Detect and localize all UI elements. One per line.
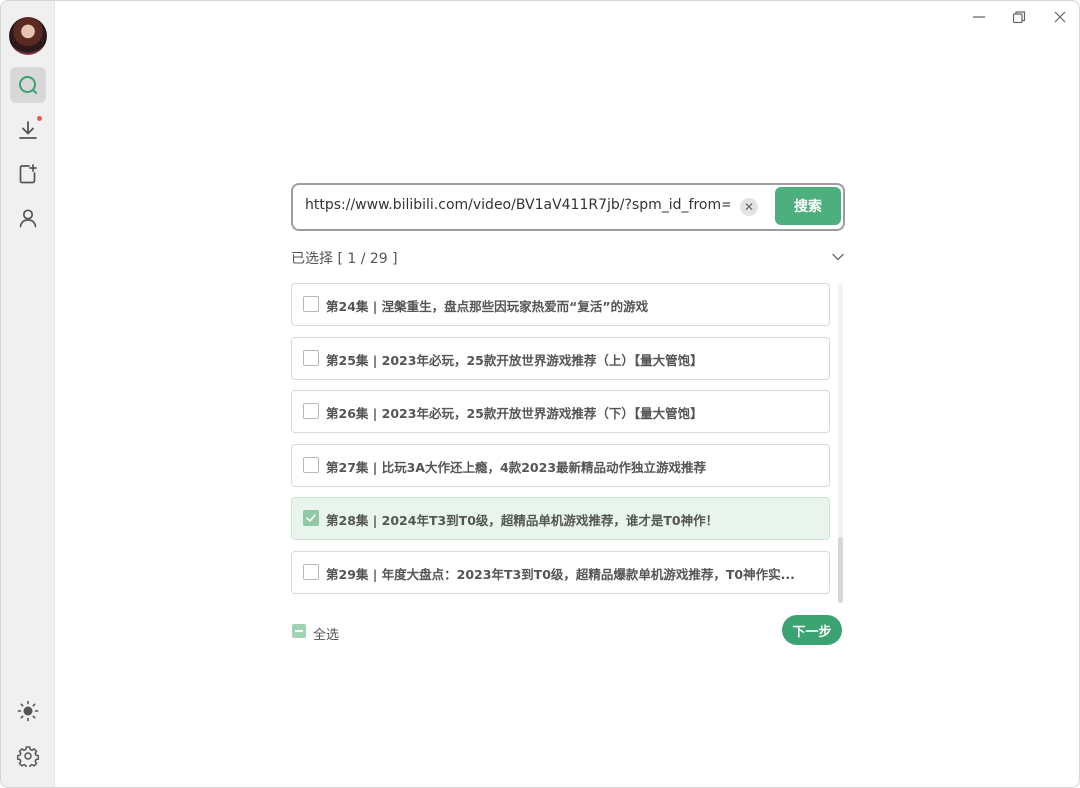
checkbox[interactable] [303,456,319,473]
user-icon [19,209,37,228]
sun-icon [17,700,39,722]
minimize-icon [973,16,985,18]
sidebar-item-theme[interactable] [10,693,46,729]
download-icon [19,121,37,139]
episode-title: 第27集 | 比玩3A大作还上瘾，4款2023最新精品动作独立游戏推荐 [326,459,707,475]
restore-icon [1012,11,1026,24]
clear-input-button[interactable]: ✕ [740,198,758,216]
list-item[interactable]: 第28集 | 2024年T3到T0级，超精品单机游戏推荐，谁才是T0神作！ [291,497,830,540]
notification-dot [37,116,42,121]
list-item[interactable]: 第27集 | 比玩3A大作还上瘾，4款2023最新精品动作独立游戏推荐 [291,443,830,487]
close-icon [1054,11,1066,23]
sidebar-item-settings[interactable] [10,738,46,774]
sidebar-item-download[interactable] [10,112,46,148]
checkbox[interactable] [303,510,319,526]
checkbox[interactable] [303,296,319,312]
list-item[interactable]: 第24集 | 涅槃重生，盘点那些因玩家热爱而“复活”的游戏 [291,283,830,326]
selection-count: 已选择 [ 1 / 29 ] [291,251,398,267]
avatar[interactable] [9,17,47,55]
sidebar-item-search[interactable] [10,67,46,103]
sidebar-item-user[interactable] [10,200,46,236]
episode-title: 第26集 | 2023年必玩，25款开放世界游戏推荐（下）【量大管饱】 [326,406,703,421]
checkbox[interactable] [303,403,319,419]
selection-header[interactable]: 已选择 [ 1 / 29 ] [291,246,845,268]
list-item[interactable]: 第25集 | 2023年必玩，25款开放世界游戏推荐（上）【量大管饱】 [291,336,830,380]
search-box: https://www.bilibili.com/video/BV1aV411R… [291,183,845,231]
episode-title: 第25集 | 2023年必玩，25款开放世界游戏推荐（上）【量大管饱】 [326,352,703,368]
checkbox[interactable] [303,563,319,580]
episode-title: 第28集 | 2024年T3到T0级，超精品单机游戏推荐，谁才是T0神作！ [326,513,719,528]
checkbox[interactable] [303,349,319,366]
sidebar [1,1,55,787]
chevron-down-icon[interactable] [831,250,845,264]
episode-title: 第24集 | 涅槃重生，盘点那些因玩家热爱而“复活”的游戏 [326,299,649,314]
episode-title: 第29集 | 年度大盘点：2023年T3到T0级，超精品爆款单机游戏推荐，T0神… [326,566,795,582]
app-window: https://www.bilibili.com/video/BV1aV411R… [0,0,1080,788]
close-icon: ✕ [743,200,755,214]
add-document-icon [19,164,37,184]
sidebar-item-add[interactable] [10,156,46,192]
next-step-button[interactable]: 下一步 [782,615,842,645]
list-item[interactable]: 第29集 | 年度大盘点：2023年T3到T0级，超精品爆款单机游戏推荐，T0神… [291,550,830,594]
list-item[interactable]: 第26集 | 2023年必玩，25款开放世界游戏推荐（下）【量大管饱】 [291,390,830,433]
select-all-checkbox[interactable] [292,624,306,638]
search-icon [19,76,37,94]
check-icon [306,514,316,522]
gear-icon [17,746,39,767]
url-input[interactable]: https://www.bilibili.com/video/BV1aV411R… [305,197,730,217]
select-all-label: 全选 [313,628,340,643]
minimize-button[interactable] [969,7,989,27]
search-button[interactable]: 搜索 [775,187,841,225]
scrollbar[interactable] [838,283,843,603]
close-button[interactable] [1050,7,1070,27]
scrollbar-thumb[interactable] [838,537,843,603]
restore-button[interactable] [1009,7,1029,27]
